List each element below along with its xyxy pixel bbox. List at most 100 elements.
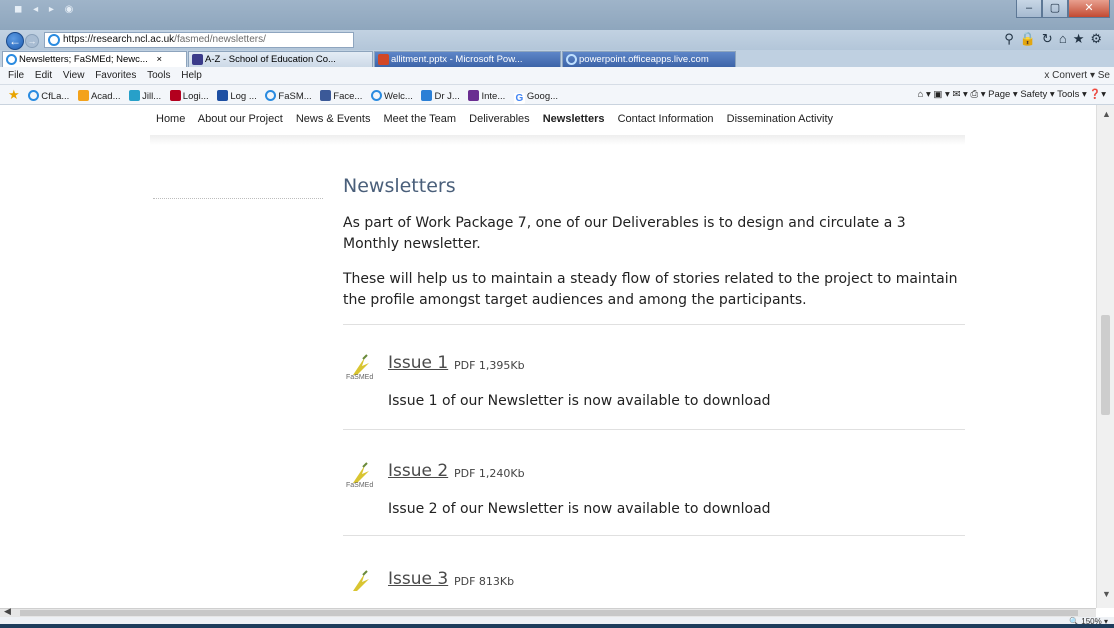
bookmark-icon bbox=[217, 90, 229, 101]
favorites-star-icon[interactable]: ★ bbox=[1073, 31, 1091, 46]
bookmark-icon bbox=[129, 90, 141, 101]
menu-view[interactable]: View bbox=[63, 67, 85, 84]
fav-item[interactable]: Inte... bbox=[468, 87, 505, 106]
scroll-down-icon[interactable]: ▼ bbox=[1102, 589, 1111, 599]
fav-item[interactable]: Jill... bbox=[129, 87, 161, 106]
forward-button[interactable]: → bbox=[25, 34, 39, 48]
intro-paragraph: These will help us to maintain a steady … bbox=[343, 271, 958, 308]
close-window-button[interactable]: ✕ bbox=[1068, 0, 1110, 18]
fav-label: Jill... bbox=[142, 91, 162, 102]
refresh-icon[interactable]: ↻ bbox=[1042, 31, 1059, 46]
fav-item[interactable]: Welc... bbox=[370, 87, 413, 106]
issue-description: Issue 1 of our Newsletter is now availab… bbox=[388, 393, 771, 409]
nav-shadow bbox=[150, 135, 965, 145]
page-viewport: Home About our Project News & Events Mee… bbox=[0, 105, 1096, 608]
convert-toolbar[interactable]: x Convert ▾ Se bbox=[1044, 67, 1110, 84]
intro-paragraph: As part of Work Package 7, one of our De… bbox=[343, 215, 906, 252]
fav-item[interactable]: Logi... bbox=[169, 87, 209, 106]
feeds-icon[interactable]: ▣ ▾ bbox=[933, 89, 949, 100]
ie-icon bbox=[28, 90, 40, 101]
horizontal-scrollbar[interactable]: ◀ bbox=[0, 606, 1096, 617]
tab-powerpoint[interactable]: allitment.pptx - Microsoft Pow... bbox=[374, 51, 561, 67]
window-titlebar: ◼ ◂ ▸ ◉ – ▢ ✕ bbox=[0, 0, 1114, 30]
favorites-star-icon[interactable]: ★ bbox=[8, 87, 20, 102]
fav-label: CfLa... bbox=[41, 91, 70, 102]
menu-file[interactable]: File bbox=[8, 67, 24, 84]
fav-item[interactable]: Log ... bbox=[217, 87, 257, 106]
ie-icon bbox=[48, 34, 60, 46]
minimize-button[interactable]: – bbox=[1016, 0, 1042, 18]
tab-label: A-Z - School of Education Co... bbox=[205, 54, 336, 65]
lock-icon: 🔒 bbox=[1019, 31, 1042, 46]
file-info: PDF 1,395Kb bbox=[454, 359, 525, 372]
fav-label: Face... bbox=[333, 91, 363, 102]
fav-label: Logi... bbox=[182, 91, 209, 102]
scroll-left-icon[interactable]: ◀ bbox=[4, 606, 11, 617]
bookmark-icon bbox=[77, 90, 89, 101]
vertical-scrollbar[interactable]: ▲ ▼ bbox=[1096, 105, 1114, 608]
file-info: PDF 813Kb bbox=[454, 575, 515, 588]
quick-access-icons: ◼ ◂ ▸ ◉ bbox=[14, 4, 78, 15]
maximize-button[interactable]: ▢ bbox=[1042, 0, 1068, 18]
scrollbar-thumb[interactable] bbox=[20, 610, 1078, 616]
url-host: https://research.ncl.ac.uk bbox=[63, 34, 175, 45]
tab-a-z-school[interactable]: A-Z - School of Education Co... bbox=[188, 51, 373, 67]
address-bar[interactable]: https://research.ncl.ac.uk/fasmed/newsle… bbox=[44, 32, 354, 48]
home-icon[interactable]: ⌂ ▾ bbox=[918, 89, 931, 100]
fav-item[interactable]: Face... bbox=[320, 87, 362, 106]
menu-edit[interactable]: Edit bbox=[35, 67, 52, 84]
print-icon[interactable]: ⎙ ▾ bbox=[970, 89, 988, 100]
issue-3-link[interactable]: Issue 3 bbox=[388, 569, 448, 589]
tab-newsletters[interactable]: Newsletters; FaSMEd; Newc... × bbox=[2, 51, 187, 67]
ie-icon bbox=[566, 54, 577, 65]
nav-newsletters[interactable]: Newsletters bbox=[543, 113, 605, 125]
fav-label: Log ... bbox=[230, 91, 257, 102]
site-navigation: Home About our Project News & Events Mee… bbox=[156, 113, 843, 125]
ncl-crest-icon bbox=[192, 54, 203, 65]
fav-item[interactable]: G Goog... bbox=[513, 87, 559, 106]
menu-favorites[interactable]: Favorites bbox=[95, 67, 136, 84]
issue-2-link[interactable]: Issue 2 bbox=[388, 461, 448, 481]
tab-label: powerpoint.officeapps.live.com bbox=[579, 54, 709, 65]
gear-icon[interactable]: ⚙ bbox=[1090, 31, 1108, 46]
fav-item[interactable]: Dr J... bbox=[421, 87, 460, 106]
tab-label: Newsletters; FaSMEd; Newc... bbox=[19, 54, 148, 65]
page-title: Newsletters bbox=[343, 175, 456, 197]
ie-icon bbox=[6, 54, 17, 65]
mail-icon[interactable]: ✉ ▾ bbox=[952, 89, 967, 100]
scroll-up-icon[interactable]: ▲ bbox=[1102, 109, 1111, 119]
nav-dissemination-activity[interactable]: Dissemination Activity bbox=[727, 113, 833, 125]
divider bbox=[343, 535, 965, 536]
nav-about-our-project[interactable]: About our Project bbox=[198, 113, 283, 125]
scrollbar-thumb[interactable] bbox=[1101, 315, 1110, 415]
back-button[interactable]: ← bbox=[6, 32, 24, 50]
google-icon: G bbox=[513, 93, 525, 104]
close-tab-icon[interactable]: × bbox=[156, 54, 162, 65]
command-menus[interactable]: Page ▾ Safety ▾ Tools ▾ bbox=[988, 89, 1087, 100]
nav-home[interactable]: Home bbox=[156, 113, 185, 125]
favorites-bar: ★ CfLa... Acad... Jill... Logi... Log ..… bbox=[0, 85, 1114, 105]
search-icon[interactable]: ⚲ bbox=[1004, 31, 1020, 46]
issue-1-link[interactable]: Issue 1 bbox=[388, 353, 448, 373]
nav-deliverables[interactable]: Deliverables bbox=[469, 113, 530, 125]
fav-item[interactable]: FaSM... bbox=[265, 87, 312, 106]
fav-label: Inte... bbox=[481, 91, 506, 102]
issue-description: Issue 2 of our Newsletter is now availab… bbox=[388, 501, 771, 517]
menu-tools[interactable]: Tools bbox=[147, 67, 170, 84]
home-icon[interactable]: ⌂ bbox=[1059, 31, 1073, 46]
nav-meet-the-team[interactable]: Meet the Team bbox=[384, 113, 457, 125]
address-row: ← → https://research.ncl.ac.uk/fasmed/ne… bbox=[0, 30, 1114, 50]
nav-news-events[interactable]: News & Events bbox=[296, 113, 371, 125]
tab-strip: Newsletters; FaSMEd; Newc... × A-Z - Sch… bbox=[0, 50, 1114, 67]
fav-item[interactable]: CfLa... bbox=[28, 87, 69, 106]
ie-icon bbox=[370, 90, 382, 101]
file-info: PDF 1,240Kb bbox=[454, 467, 525, 480]
fav-item[interactable]: Acad... bbox=[77, 87, 121, 106]
bookmark-icon bbox=[169, 90, 181, 101]
help-icon[interactable]: ❓▾ bbox=[1089, 89, 1106, 100]
divider bbox=[343, 429, 965, 430]
fav-label: Goog... bbox=[526, 91, 559, 102]
tab-officeapps[interactable]: powerpoint.officeapps.live.com bbox=[562, 51, 736, 67]
menu-help[interactable]: Help bbox=[181, 67, 202, 84]
nav-contact-information[interactable]: Contact Information bbox=[618, 113, 714, 125]
